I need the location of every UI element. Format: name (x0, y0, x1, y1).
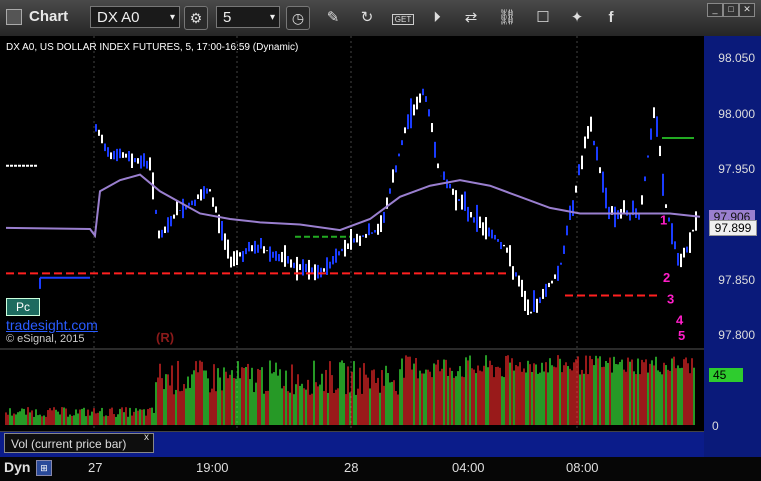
setup-count: 4 (676, 312, 684, 327)
setup-count: 2 (663, 270, 670, 285)
price-chart[interactable]: 12345 (0, 36, 761, 457)
price-label: 98.050 (718, 51, 755, 66)
app-title: Chart (6, 8, 68, 25)
price-label: 97.850 (718, 273, 755, 287)
interval-value: 5 (223, 9, 232, 26)
plot-area (0, 36, 704, 346)
maximize-button[interactable]: □ (723, 3, 739, 17)
twitter-icon[interactable]: ✦ (566, 8, 588, 28)
setup-count: 1 (660, 213, 667, 228)
chart-icon (6, 8, 22, 25)
chart-header: DX A0, US DOLLAR INDEX FUTURES, 5, 17:00… (6, 42, 299, 53)
interval-input[interactable]: 5 ▾ (216, 6, 280, 28)
brand-link[interactable]: tradesight.com (6, 317, 98, 333)
time-label: 08:00 (566, 460, 599, 475)
link-icon[interactable]: ⛓ (496, 8, 518, 28)
reset-marker: (R) (156, 330, 175, 345)
chevron-down-icon[interactable]: ▾ (170, 7, 175, 29)
close-button[interactable]: ✕ (739, 3, 755, 17)
chevron-down-icon[interactable]: ▾ (270, 7, 275, 29)
close-icon[interactable]: x (144, 432, 149, 443)
price-label: 97.950 (718, 162, 755, 177)
settings-icon: ⚙ (189, 10, 203, 26)
minimize-button[interactable]: _ (707, 3, 723, 17)
price-label: 98.000 (718, 106, 755, 121)
lock-icon[interactable]: ⊞ (36, 460, 52, 476)
get-icon[interactable]: GET (390, 8, 416, 28)
compare-icon[interactable]: ⇄ (460, 8, 482, 28)
app-title-label: Chart (29, 8, 69, 25)
play-icon[interactable]: ⏵ (426, 8, 448, 28)
pc-label: Pc (15, 300, 30, 314)
settings-button[interactable]: ⚙ (184, 6, 208, 30)
get-label: GET (391, 14, 415, 25)
dynamic-mode-label[interactable]: Dyn (4, 459, 30, 475)
setup-count: 3 (667, 291, 674, 306)
setup-count: 5 (678, 328, 685, 343)
chat-icon[interactable]: ☐ (532, 8, 554, 28)
current-price-value: 97.899 (714, 221, 752, 235)
pc-badge[interactable]: Pc (6, 298, 40, 316)
time-axis (0, 457, 761, 481)
clock-icon: ◷ (291, 10, 305, 26)
refresh-icon[interactable]: ↻ (356, 8, 378, 28)
pencil-icon[interactable]: ✎ (322, 8, 344, 28)
price-axis (704, 36, 761, 457)
volume-study-label[interactable]: Vol (current price bar) (4, 433, 154, 453)
facebook-icon[interactable]: f (600, 8, 622, 28)
volume-zero-label: 0 (712, 419, 719, 433)
time-label: 28 (344, 460, 359, 475)
time-label: 19:00 (196, 460, 229, 475)
time-label: 27 (88, 460, 103, 475)
copyright: © eSignal, 2015 (6, 333, 85, 345)
volume-value: 45 (713, 368, 727, 382)
current-price-tag: 97.899 (709, 220, 757, 236)
time-label: 04:00 (452, 460, 485, 475)
clock-button[interactable]: ◷ (286, 6, 310, 30)
price-label: 97.800 (718, 328, 755, 343)
symbol-input[interactable]: DX A0 ▾ (90, 6, 180, 28)
symbol-value: DX A0 (97, 9, 140, 26)
volume-value-tag: 45 (709, 368, 743, 382)
toolbar: Chart DX A0 ▾ ⚙ 5 ▾ ◷ ✎ ↻ GET ⏵ ⇄ ⛓ ☐ ✦ … (0, 0, 761, 37)
